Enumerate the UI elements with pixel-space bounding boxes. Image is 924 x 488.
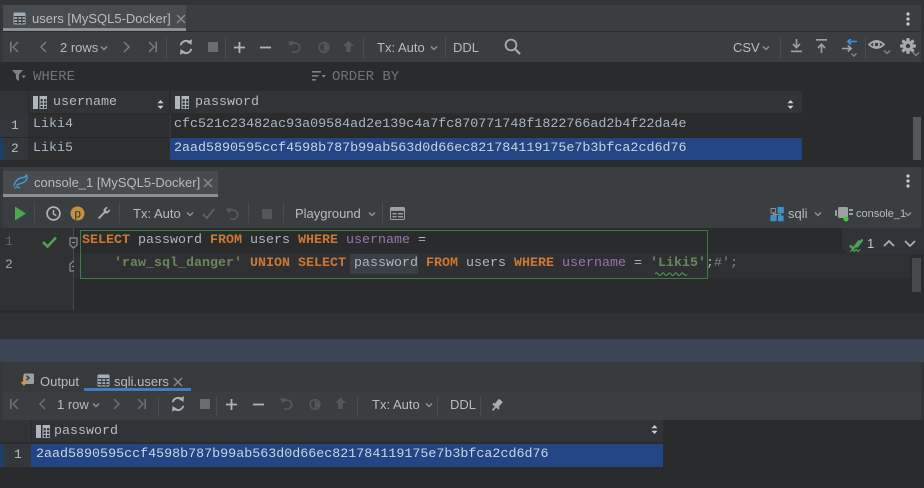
svg-text:p: p — [74, 208, 80, 220]
